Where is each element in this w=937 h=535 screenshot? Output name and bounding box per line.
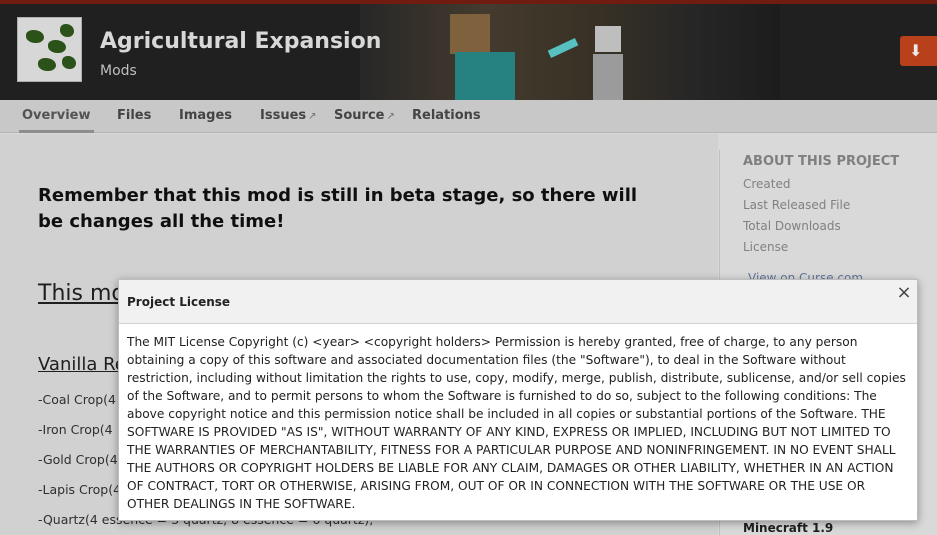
modal-header: Project License × <box>119 280 917 324</box>
modal-title: Project License <box>127 295 231 309</box>
close-icon[interactable]: × <box>895 284 913 302</box>
license-modal: Project License × The MIT License Copyri… <box>118 279 918 521</box>
license-text: The MIT License Copyright (c) <year> <co… <box>127 335 906 511</box>
